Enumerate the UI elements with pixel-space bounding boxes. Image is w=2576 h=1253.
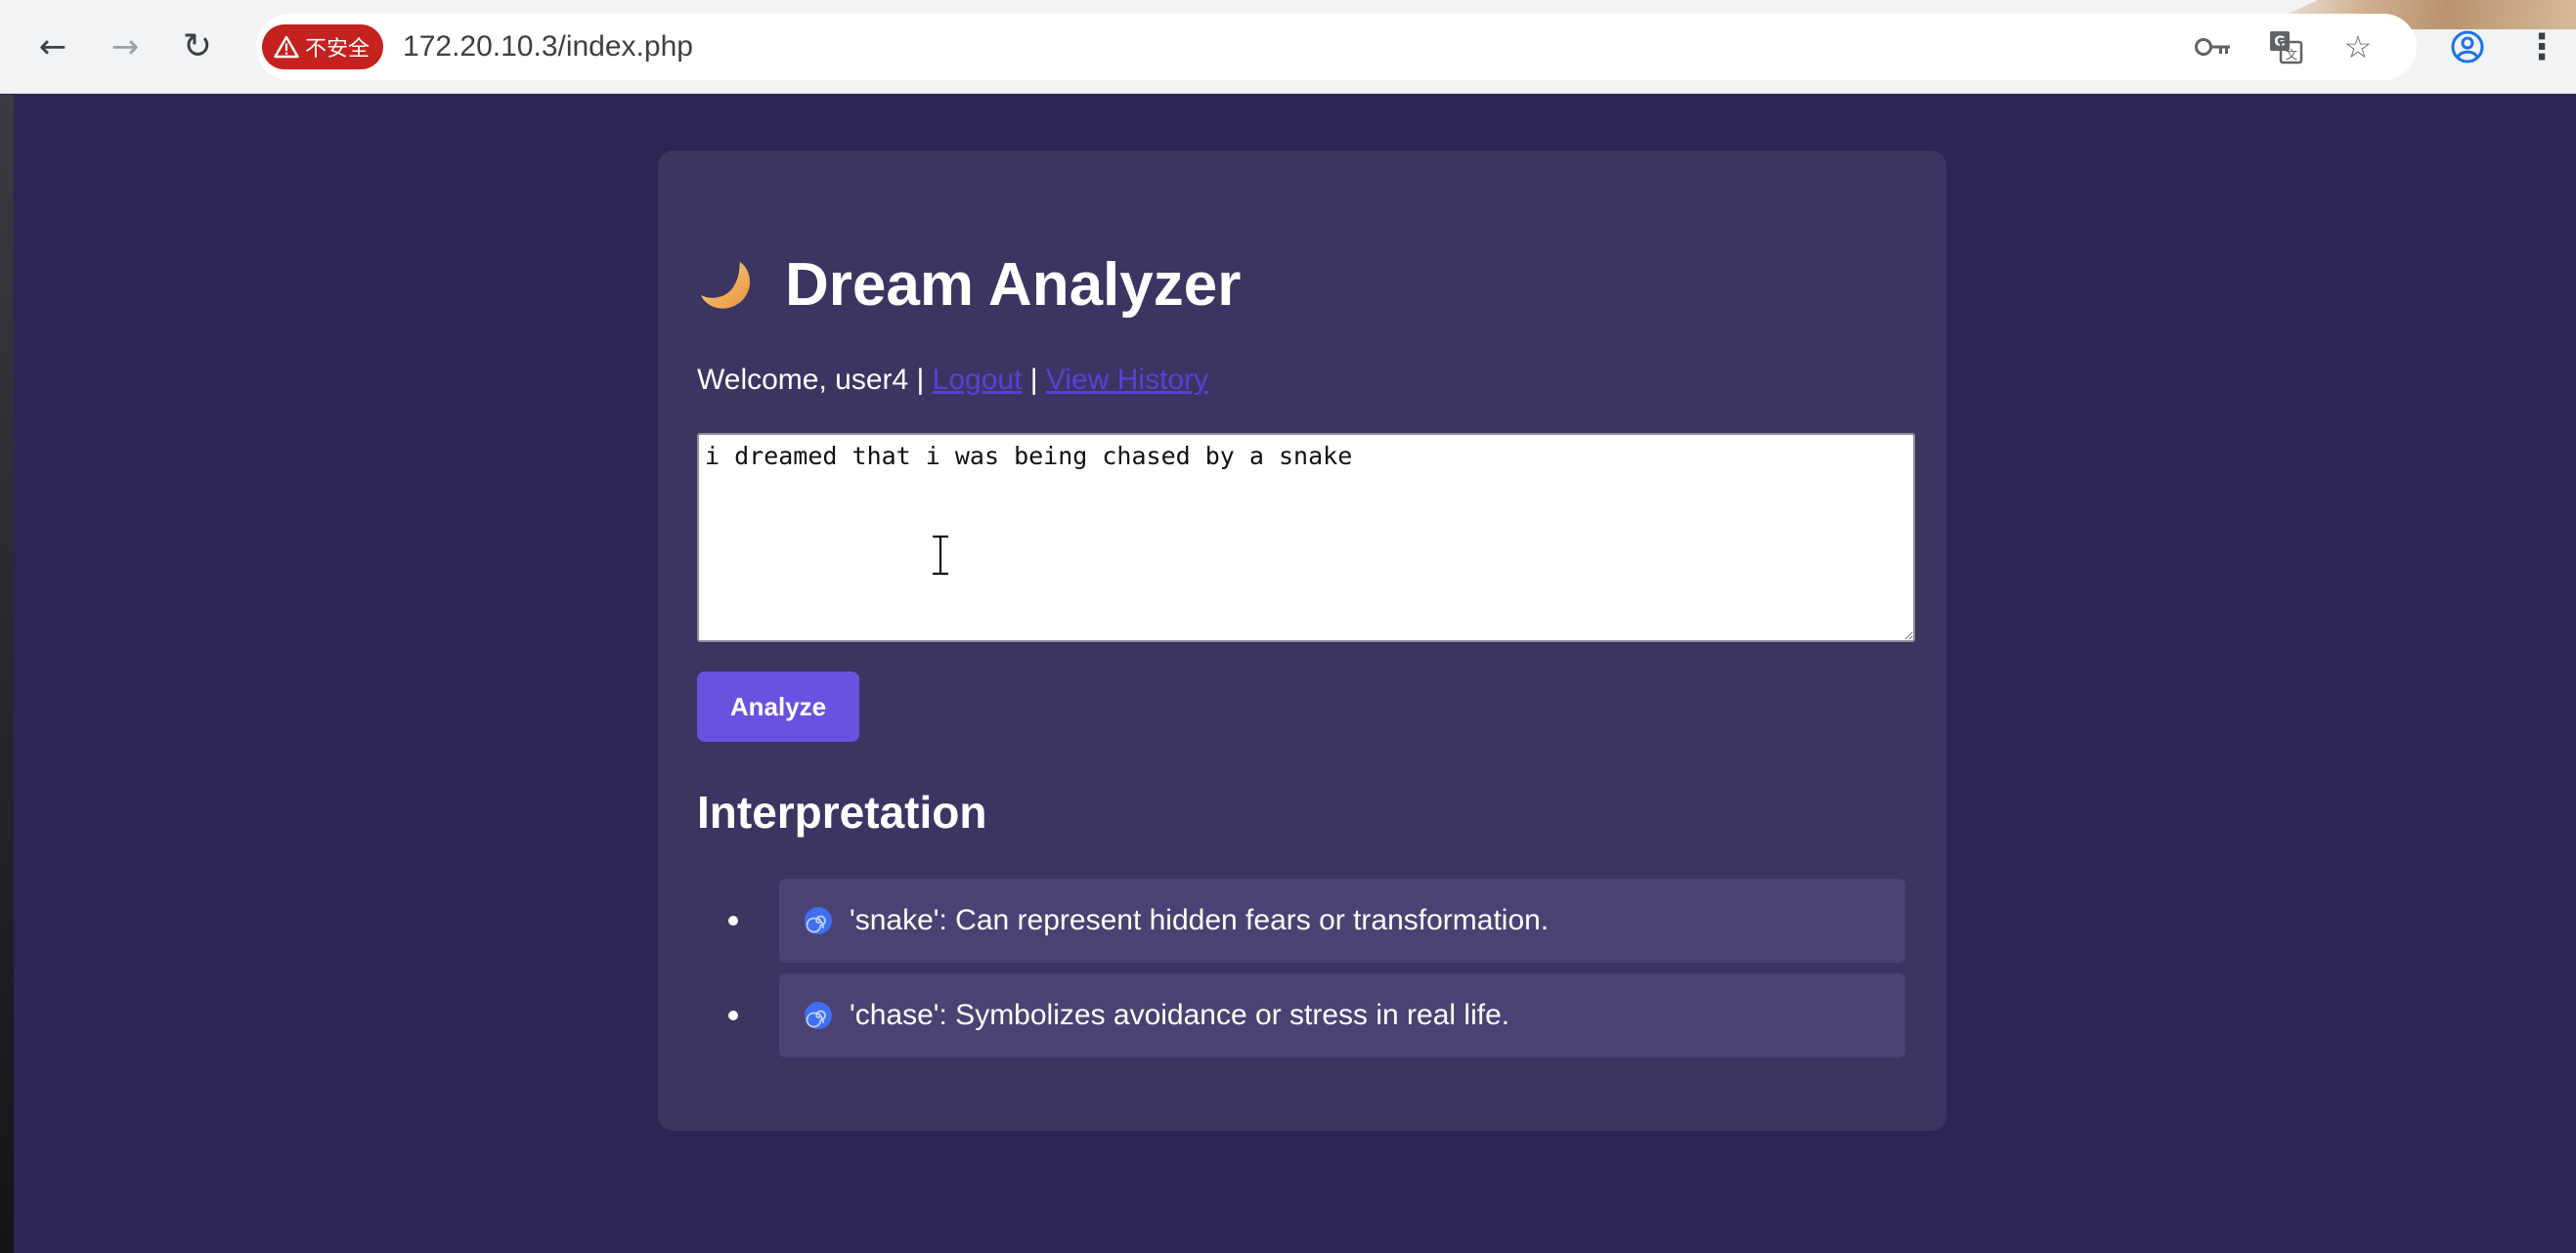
interpretation-item: 'chase': Symbolizes avoidance or stress … — [728, 973, 1905, 1058]
warning-icon — [274, 35, 299, 59]
key-icon[interactable] — [2194, 27, 2233, 66]
logout-link[interactable]: Logout — [933, 364, 1023, 396]
spiral-icon — [805, 907, 832, 934]
svg-text:文: 文 — [2286, 47, 2297, 62]
address-bar[interactable]: 不安全 172.20.10.3/index.php G 文 ☆ — [256, 14, 2417, 80]
view-history-link[interactable]: View History — [1046, 364, 1208, 396]
desktop-edge — [0, 95, 14, 1253]
star-icon[interactable]: ☆ — [2338, 27, 2378, 66]
interpretation-text: 'chase': Symbolizes avoidance or stress … — [850, 999, 1510, 1031]
url-text[interactable]: 172.20.10.3/index.php — [403, 30, 693, 64]
back-arrow-icon[interactable]: ← — [29, 23, 76, 70]
interpretation-list: 'snake': Can represent hidden fears or t… — [697, 879, 1909, 1068]
more-vert-icon[interactable]: ⋮ — [2522, 23, 2561, 70]
analyzer-card: Dream Analyzer Welcome, user4 | Logout |… — [658, 151, 1946, 1131]
crescent-moon-icon — [701, 262, 751, 309]
security-label: 不安全 — [305, 37, 371, 62]
interpretation-item: 'snake': Can represent hidden fears or t… — [728, 879, 1905, 963]
welcome-line: Welcome, user4 | Logout | View History — [697, 364, 1208, 397]
link-separator: | — [1029, 364, 1038, 396]
welcome-text: Welcome, user4 | — [697, 364, 925, 396]
page-title-text: Dream Analyzer — [785, 250, 1242, 319]
list-bullet — [728, 916, 738, 926]
security-chip[interactable]: 不安全 — [262, 24, 384, 69]
list-bullet — [728, 1011, 738, 1020]
analyze-button[interactable]: Analyze — [697, 671, 859, 742]
interpretation-heading: Interpretation — [697, 787, 987, 838]
translate-icon[interactable]: G 文 — [2266, 27, 2305, 66]
page-title: Dream Analyzer — [697, 245, 1241, 324]
browser-toolbar: ← → ↻ 不安全 172.20.10.3/index.php G 文 ☆ ⋮ — [0, 0, 2576, 94]
dream-input[interactable]: i dreamed that i was being chased by a s… — [697, 433, 1915, 642]
reload-icon[interactable]: ↻ — [174, 23, 221, 70]
text-cursor-icon — [933, 535, 948, 576]
interpretation-text: 'snake': Can represent hidden fears or t… — [850, 904, 1550, 936]
spiral-icon — [805, 1002, 832, 1029]
forward-arrow-icon[interactable]: → — [102, 23, 149, 70]
profile-icon[interactable] — [2444, 23, 2491, 70]
